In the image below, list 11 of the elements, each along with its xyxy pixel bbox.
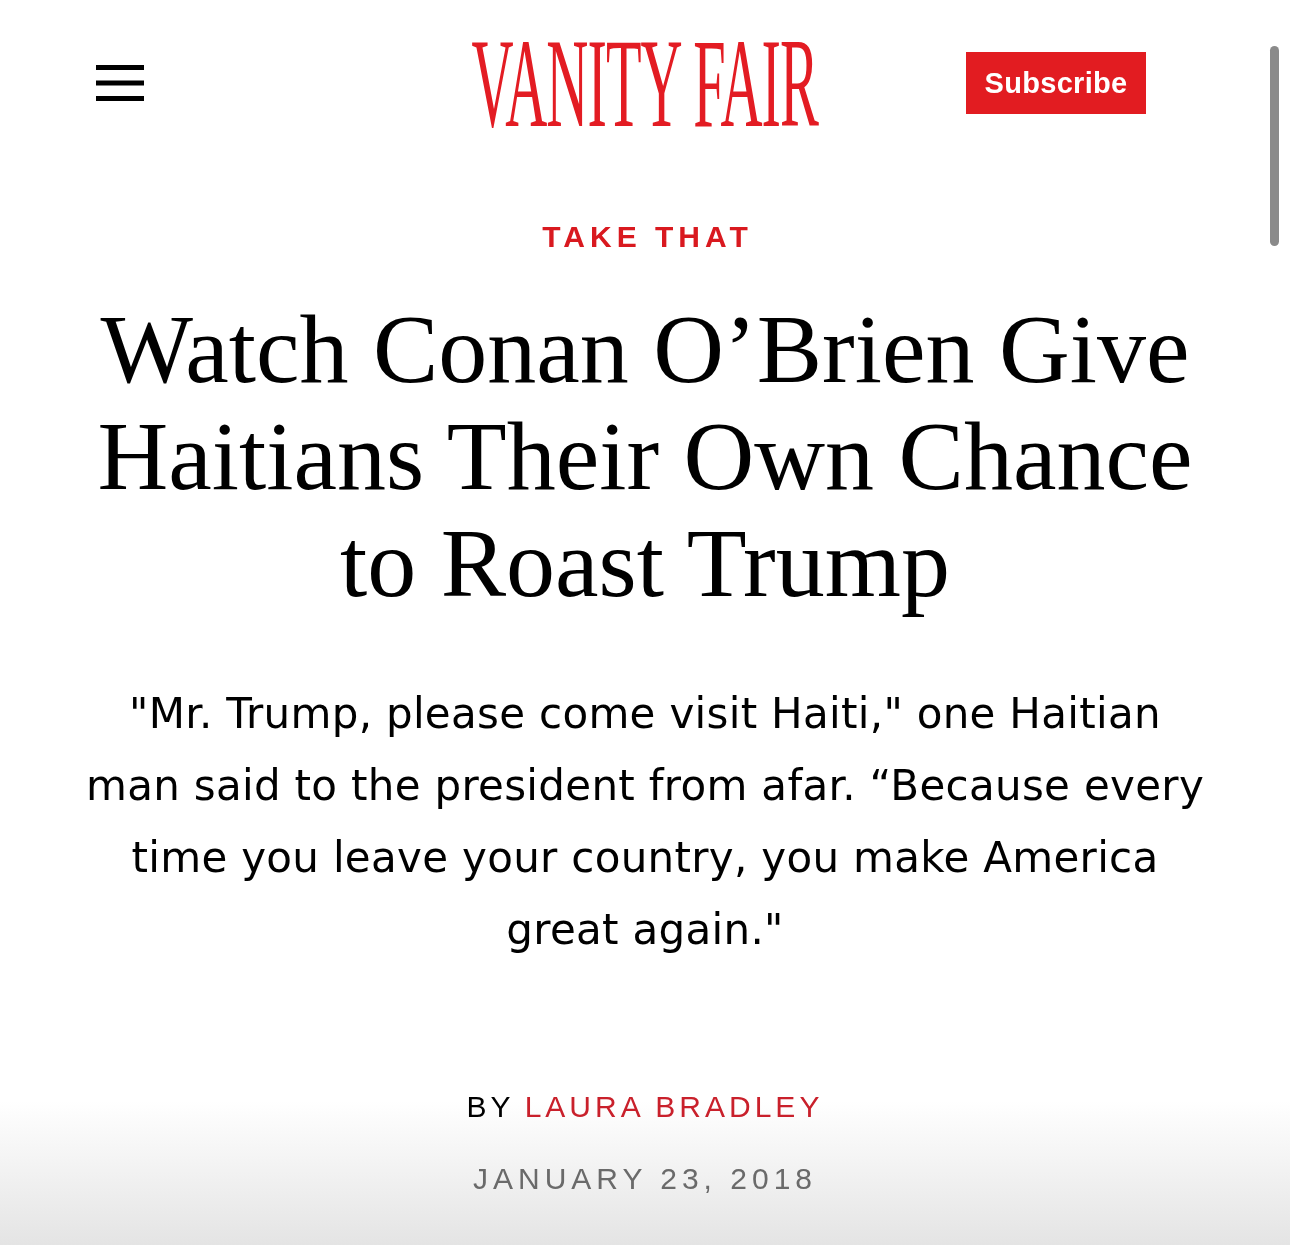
publish-date: JANUARY 23, 2018: [472, 1161, 818, 1197]
menu-icon: [96, 65, 144, 101]
subscribe-button[interactable]: Subscribe: [966, 52, 1146, 114]
logo[interactable]: VANITY FAIR: [471, 38, 819, 128]
menu-button[interactable]: [96, 65, 144, 101]
author-link[interactable]: LAURA BRADLEY: [524, 1089, 824, 1125]
scrollbar-thumb[interactable]: [1270, 46, 1279, 246]
byline-label: BY: [466, 1089, 515, 1125]
headline: Watch Conan O’Brien Give Haitians Their Own Chance to Roast Trump: [96, 296, 1194, 617]
rubric-label[interactable]: TAKE THAT: [537, 219, 753, 255]
dek-text: "Mr. Trump, please come visit Haiti," one Haitian man said to the president from afar. “Because every time you leave your country, you make America great again.": [84, 688, 1206, 956]
